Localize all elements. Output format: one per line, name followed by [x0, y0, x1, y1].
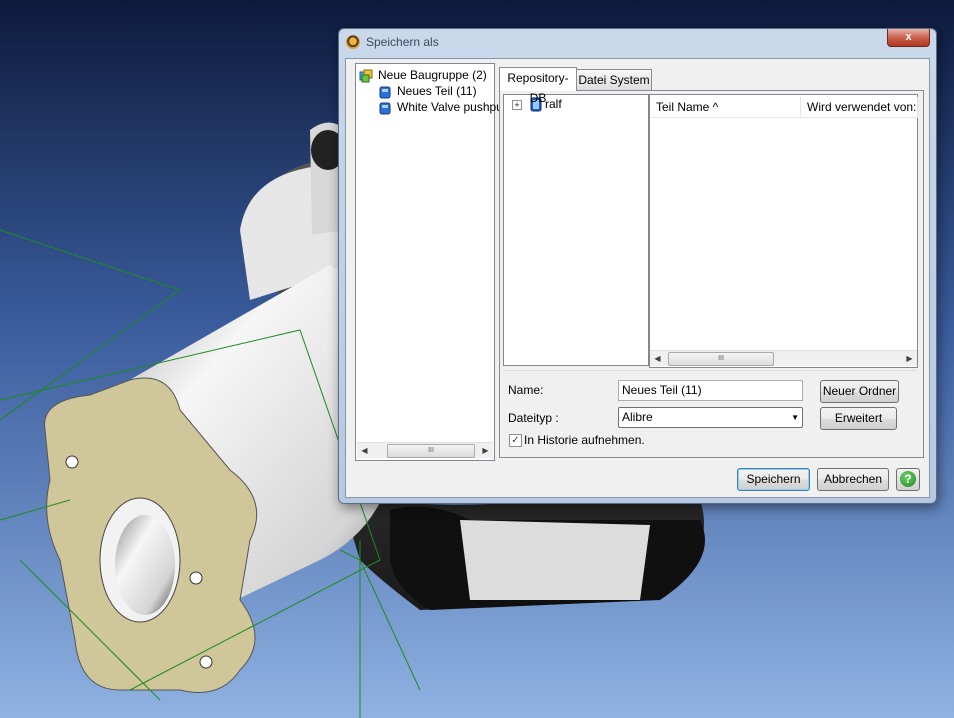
- tree-item-label: Neues Teil (11): [397, 84, 477, 98]
- assembly-tree[interactable]: Neue Baugruppe (2) Neues Teil (11) White…: [355, 63, 506, 461]
- tab-repository-db[interactable]: Repository-DB: [499, 67, 577, 105]
- assembly-icon: [359, 69, 373, 83]
- filetype-select[interactable]: Alibre ▼: [618, 407, 803, 428]
- dialog-title: Speichern als: [366, 35, 439, 49]
- chevron-down-icon[interactable]: ▼: [791, 408, 799, 427]
- part-icon: [379, 86, 391, 99]
- filetype-label: Dateityp :: [508, 411, 559, 425]
- tab-file-system[interactable]: Datei System: [576, 69, 652, 91]
- advanced-button[interactable]: Erweitert: [820, 407, 897, 430]
- save-button[interactable]: Speichern: [737, 468, 810, 491]
- scroll-left-icon[interactable]: ◀: [650, 351, 665, 366]
- column-header-part-name[interactable]: Teil Name ^: [650, 97, 801, 118]
- new-folder-button[interactable]: Neuer Ordner: [820, 380, 899, 403]
- name-input[interactable]: Neues Teil (11): [618, 380, 803, 401]
- column-header-used-by[interactable]: Wird verwendet von:: [801, 97, 918, 118]
- app-icon: [346, 35, 360, 49]
- help-button[interactable]: ?: [896, 468, 920, 491]
- repository-item-label[interactable]: ralf: [545, 97, 562, 111]
- parts-list[interactable]: Teil Name ^ Wird verwendet von: ◀ III ▶: [649, 94, 918, 368]
- scroll-right-icon[interactable]: ▶: [478, 443, 493, 458]
- scroll-thumb[interactable]: III: [668, 352, 774, 366]
- scroll-left-icon[interactable]: ◀: [357, 443, 372, 458]
- help-icon: ?: [900, 471, 916, 487]
- horizontal-scrollbar[interactable]: ◀ III ▶: [650, 350, 917, 366]
- tree-item-label: White Valve pushpul: [397, 100, 506, 114]
- save-as-dialog: Speichern als x Neue Baugruppe (2) Neues…: [338, 28, 937, 504]
- horizontal-scrollbar[interactable]: ◀ III ▶: [357, 442, 493, 458]
- tree-item-part[interactable]: White Valve pushpul: [378, 99, 506, 115]
- close-button[interactable]: x: [887, 29, 930, 47]
- part-icon: [379, 102, 391, 115]
- tree-item-assembly[interactable]: Neue Baugruppe (2): [359, 67, 487, 83]
- repository-tree[interactable]: + ralf: [503, 94, 649, 366]
- name-label: Name:: [508, 383, 544, 397]
- tree-item-label: Neue Baugruppe (2): [378, 68, 487, 82]
- tree-item-part[interactable]: Neues Teil (11): [378, 83, 477, 99]
- cancel-button[interactable]: Abbrechen: [817, 468, 889, 491]
- dialog-client-area: Neue Baugruppe (2) Neues Teil (11) White…: [345, 58, 930, 498]
- history-checkbox[interactable]: ✓: [509, 434, 522, 447]
- scroll-right-icon[interactable]: ▶: [902, 351, 917, 366]
- expand-icon[interactable]: +: [512, 100, 522, 110]
- scroll-thumb[interactable]: III: [387, 444, 475, 458]
- tab-panel: + ralf Teil Name ^ Wird verwendet von: ◀…: [499, 90, 924, 458]
- divider: [503, 370, 916, 371]
- filetype-value: Alibre: [622, 410, 653, 424]
- title-bar[interactable]: Speichern als x: [339, 29, 936, 55]
- history-label[interactable]: In Historie aufnehmen.: [524, 433, 645, 447]
